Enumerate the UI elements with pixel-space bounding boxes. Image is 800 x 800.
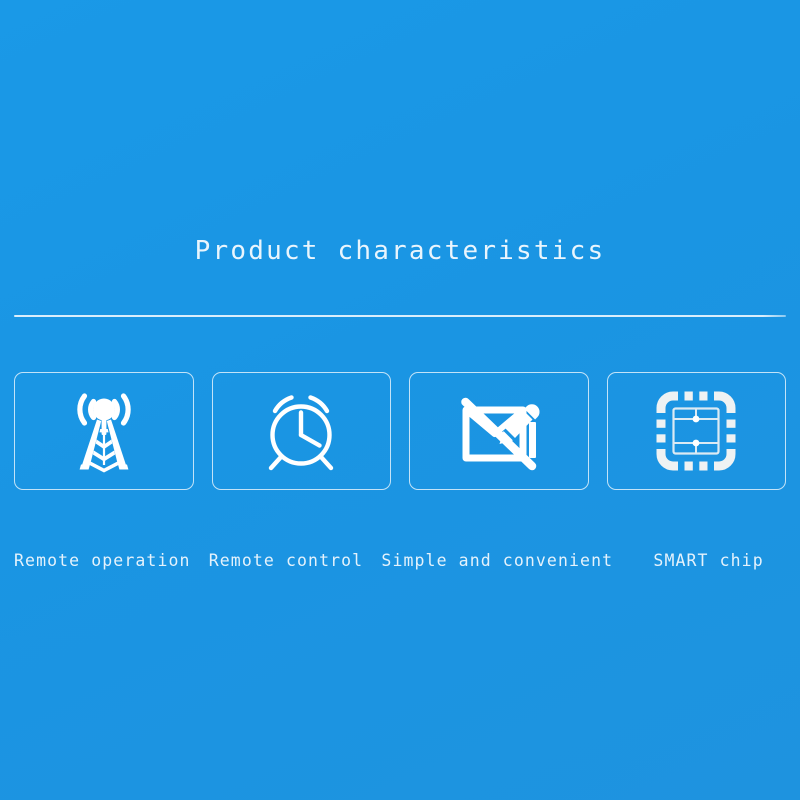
radio-tower-icon [60,388,148,474]
feature-card-remote-operation[interactable] [14,372,194,490]
feature-label-simple-and-convenient: Simple and convenient [381,551,614,570]
feature-label-row: Remote operation Remote control Simple a… [14,545,786,577]
feature-card-smart-chip[interactable] [606,372,786,490]
feature-label-remote-operation: Remote operation [14,551,191,570]
feature-card-remote-control[interactable] [211,372,391,490]
feature-label-remote-control: Remote control [208,551,364,570]
no-wiring-pencil-icon [453,390,545,472]
smart-chip-icon [653,388,739,474]
feature-card-simple-and-convenient[interactable] [409,372,589,490]
alarm-clock-icon [255,387,347,475]
product-characteristics-banner: Product characteristics Remote operation… [0,0,800,800]
feature-label-smart-chip: SMART chip [653,551,764,570]
page-title: Product characteristics [194,236,606,266]
header-divider [14,315,786,317]
feature-card-row [14,372,786,490]
